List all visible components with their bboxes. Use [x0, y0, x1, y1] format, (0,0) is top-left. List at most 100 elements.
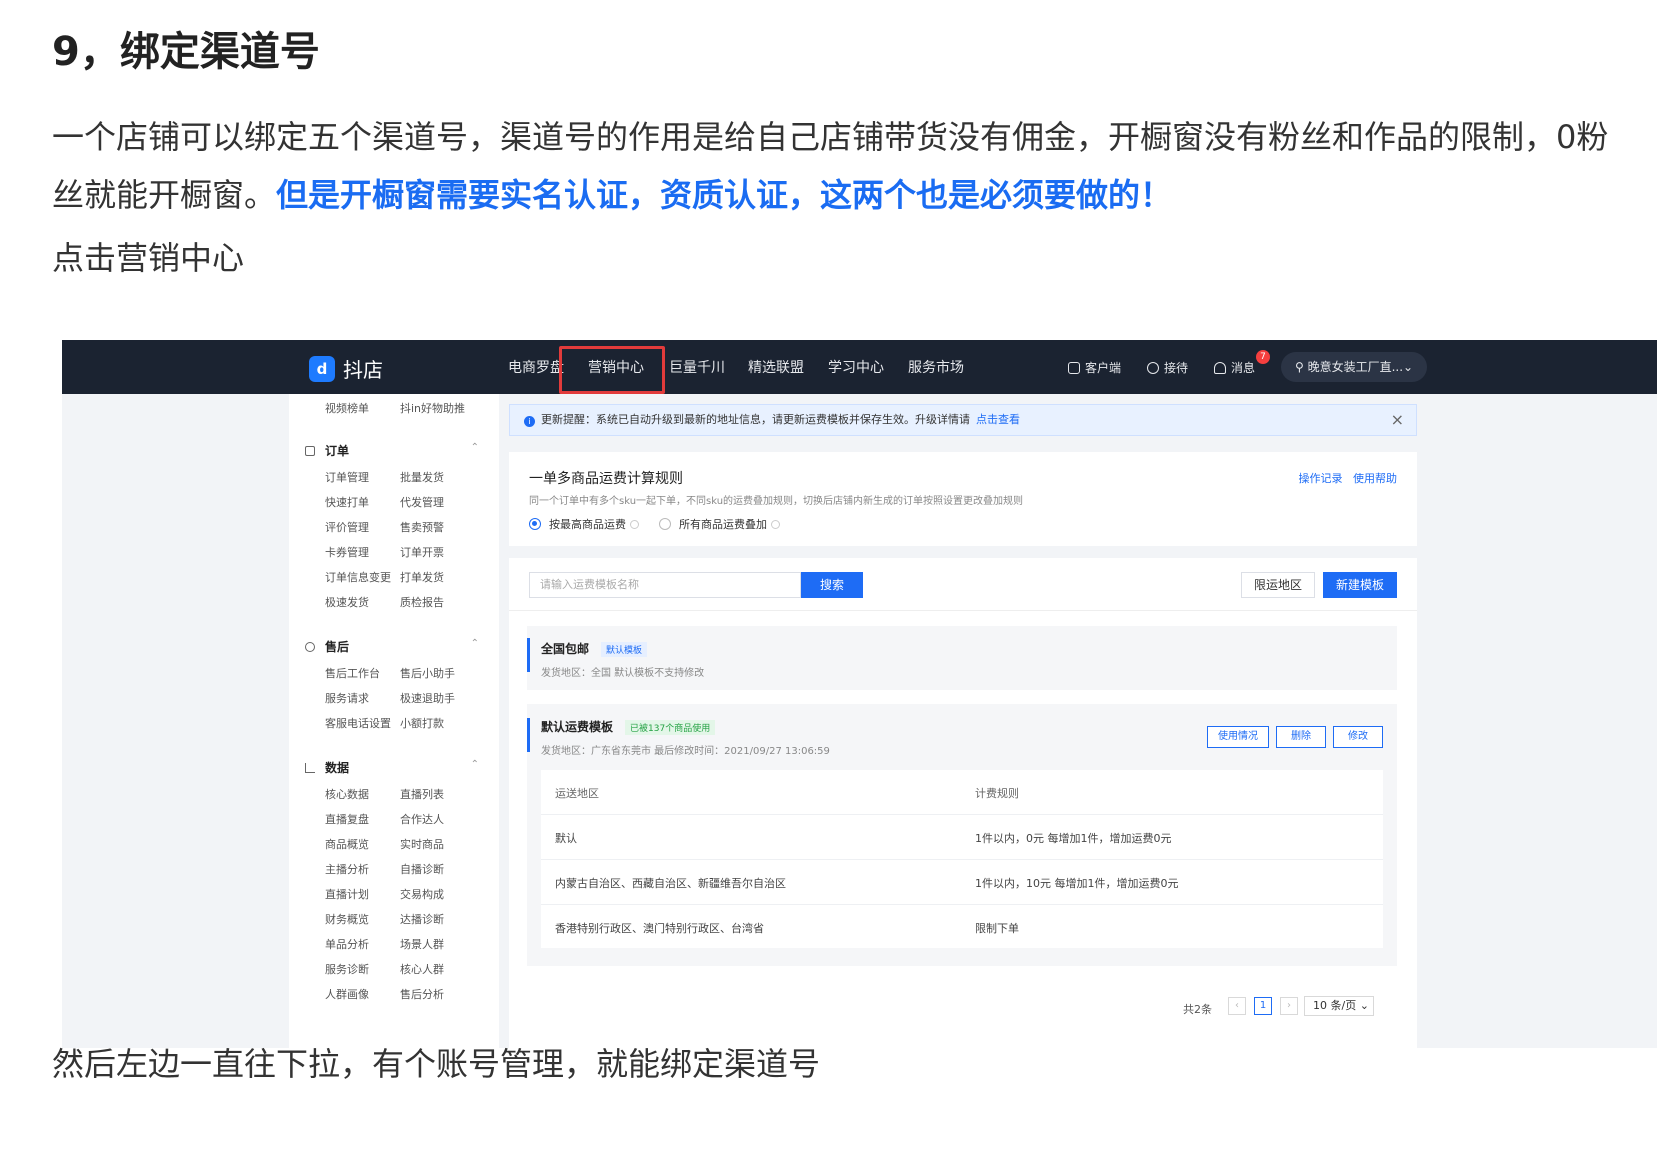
chevron-up-icon[interactable]: ⌃	[471, 638, 479, 649]
sidebar-item[interactable]: 服务诊断	[325, 961, 369, 977]
sidebar-item[interactable]: 达播诊断	[400, 911, 444, 927]
help-link[interactable]: 使用帮助	[1353, 472, 1397, 485]
sidebar-item[interactable]: 视频榜单	[325, 400, 369, 416]
sidebar-item[interactable]: 核心人群	[400, 961, 444, 977]
nav-item-market[interactable]: 服务市场	[908, 357, 964, 377]
delete-button[interactable]: 删除	[1276, 726, 1326, 748]
page-size-select[interactable]: 10 条/页 ⌄	[1304, 996, 1374, 1016]
message-badge: 7	[1256, 350, 1270, 364]
table-header: 运送地区 计费规则	[541, 770, 1383, 815]
page-1-button[interactable]: 1	[1254, 997, 1272, 1015]
prev-page-button[interactable]: ‹	[1228, 997, 1246, 1015]
shipping-rule-card: 一单多商品运费计算规则 同一个订单中有多个sku一起下单，不同sku的运费叠加规…	[509, 452, 1417, 546]
sidebar-item[interactable]: 直播计划	[325, 886, 369, 902]
restricted-area-button[interactable]: 限运地区	[1241, 572, 1315, 598]
sidebar-item[interactable]: 售卖预警	[400, 519, 444, 535]
messages-button[interactable]: 消息	[1214, 359, 1255, 376]
sidebar-item[interactable]: 抖in好物助推	[400, 400, 465, 416]
nav-item-learning[interactable]: 学习中心	[828, 357, 884, 377]
rule-links: 操作记录 使用帮助	[1299, 470, 1398, 486]
sidebar-item[interactable]: 核心数据	[325, 786, 369, 802]
radio-sum[interactable]: 所有商品运费叠加	[659, 516, 780, 532]
new-template-button[interactable]: 新建模板	[1323, 572, 1397, 598]
section-title: 售后	[325, 640, 350, 654]
accent-bar	[527, 718, 530, 752]
sidebar-item[interactable]: 售后工作台	[325, 665, 380, 681]
sidebar-item[interactable]: 实时商品	[400, 836, 444, 852]
radio-label: 按最高商品运费	[549, 518, 626, 531]
sidebar-item[interactable]: 售后分析	[400, 986, 444, 1002]
top-navbar: d 抖店 电商罗盘 营销中心 巨量千川 精选联盟 学习中心 服务市场 客户端 接…	[62, 340, 1657, 394]
sidebar-item[interactable]: 质检报告	[400, 594, 444, 610]
app-logo[interactable]: d 抖店	[309, 354, 383, 383]
cell-area: 内蒙古自治区、西藏自治区、新疆维吾尔自治区	[555, 877, 786, 890]
sidebar-section-aftersale[interactable]: 售后	[305, 638, 349, 655]
bell-icon	[1214, 361, 1226, 374]
step-text-2: 然后左边一直往下拉，有个账号管理，就能绑定渠道号	[52, 1045, 821, 1083]
sidebar-item[interactable]: 商品概览	[325, 836, 369, 852]
reception-button[interactable]: 接待	[1147, 359, 1188, 376]
notice-text: 更新提醒：系统已自动升级到最新的地址信息，请更新运费模板并保存生效。升级详情请	[541, 413, 970, 426]
radio-label: 所有商品运费叠加	[679, 518, 767, 531]
sidebar-item[interactable]: 小额打款	[400, 715, 444, 731]
highlight-text: 但是开橱窗需要实名认证，资质认证，这两个也是必须要做的！	[276, 176, 1173, 214]
sidebar-item[interactable]: 批量发货	[400, 469, 444, 485]
table-row: 默认 1件以内，0元 每增加1件，增加运费0元	[541, 815, 1383, 860]
cell-rule: 限制下单	[975, 922, 1019, 935]
nav-item-compass[interactable]: 电商罗盘	[508, 357, 564, 377]
template-list-card: 请输入运费模板名称 搜索 限运地区 新建模板 全国包邮 默认模板 发货地区：全国 …	[509, 558, 1417, 1048]
client-button[interactable]: 客户端	[1068, 359, 1121, 376]
notice-link[interactable]: 点击查看	[976, 413, 1020, 426]
sidebar-section-orders[interactable]: 订单	[305, 442, 349, 459]
sidebar-item[interactable]: 订单信息变更	[325, 569, 391, 585]
table-row: 香港特别行政区、澳门特别行政区、台湾省 限制下单	[541, 905, 1383, 949]
next-page-button[interactable]: ›	[1280, 997, 1298, 1015]
sidebar-item[interactable]: 评价管理	[325, 519, 369, 535]
total-count: 共2条	[1183, 1003, 1212, 1016]
sidebar-item[interactable]: 合作达人	[400, 811, 444, 827]
search-button[interactable]: 搜索	[801, 572, 863, 598]
sidebar-section-data[interactable]: 数据	[305, 759, 349, 776]
usage-button[interactable]: 使用情况	[1207, 726, 1269, 748]
radio-empty-icon	[659, 518, 671, 530]
sidebar-item[interactable]: 交易构成	[400, 886, 444, 902]
sidebar-item[interactable]: 卡券管理	[325, 544, 369, 560]
sidebar-item[interactable]: 订单管理	[325, 469, 369, 485]
chevron-up-icon[interactable]: ⌃	[471, 759, 479, 770]
main-content: i 更新提醒：系统已自动升级到最新的地址信息，请更新运费模板并保存生效。升级详情请…	[499, 394, 1624, 1048]
template-name: 默认运费模板 已被137个商品使用	[541, 718, 716, 735]
sidebar-item[interactable]: 服务请求	[325, 690, 369, 706]
radio-highest[interactable]: 按最高商品运费	[529, 516, 639, 532]
close-icon[interactable]: ×	[1391, 405, 1404, 435]
sidebar-item[interactable]: 场景人群	[400, 936, 444, 952]
sidebar-item[interactable]: 极速发货	[325, 594, 369, 610]
sidebar-item[interactable]: 直播复盘	[325, 811, 369, 827]
sidebar-item[interactable]: 订单开票	[400, 544, 444, 560]
default-tag: 默认模板	[601, 642, 648, 657]
nav-item-qianchuan[interactable]: 巨量千川	[669, 357, 725, 377]
sidebar-item[interactable]: 打单发货	[400, 569, 444, 585]
column-header: 计费规则	[975, 787, 1019, 800]
sidebar-item[interactable]: 财务概览	[325, 911, 369, 927]
template-search-input[interactable]: 请输入运费模板名称	[529, 572, 801, 598]
sidebar-item[interactable]: 人群画像	[325, 986, 369, 1002]
user-menu[interactable]: ⚲ 晚意女装工厂直...⌄	[1281, 352, 1427, 382]
screenshot-image: d 抖店 电商罗盘 营销中心 巨量千川 精选联盟 学习中心 服务市场 客户端 接…	[62, 340, 1657, 1048]
section-title: 订单	[325, 444, 350, 458]
sidebar-item[interactable]: 客服电话设置	[325, 715, 391, 731]
chevron-up-icon[interactable]: ⌃	[471, 442, 479, 453]
sidebar-item[interactable]: 代发管理	[400, 494, 444, 510]
operation-log-link[interactable]: 操作记录	[1299, 472, 1343, 485]
sidebar-item[interactable]: 快速打单	[325, 494, 369, 510]
sidebar-item[interactable]: 直播列表	[400, 786, 444, 802]
sidebar-item[interactable]: 极速退助手	[400, 690, 455, 706]
table-row: 内蒙古自治区、西藏自治区、新疆维吾尔自治区 1件以内，10元 每增加1件，增加运费…	[541, 860, 1383, 905]
edit-button[interactable]: 修改	[1333, 726, 1383, 748]
sidebar-item[interactable]: 单品分析	[325, 936, 369, 952]
sidebar-item[interactable]: 自播诊断	[400, 861, 444, 877]
client-label: 客户端	[1085, 361, 1122, 375]
sidebar-item[interactable]: 主播分析	[325, 861, 369, 877]
sidebar-item[interactable]: 售后小助手	[400, 665, 455, 681]
template-desc: 发货地区：广东省东莞市 最后修改时间：2021/09/27 13:06:59	[541, 746, 830, 757]
nav-item-alliance[interactable]: 精选联盟	[748, 357, 804, 377]
